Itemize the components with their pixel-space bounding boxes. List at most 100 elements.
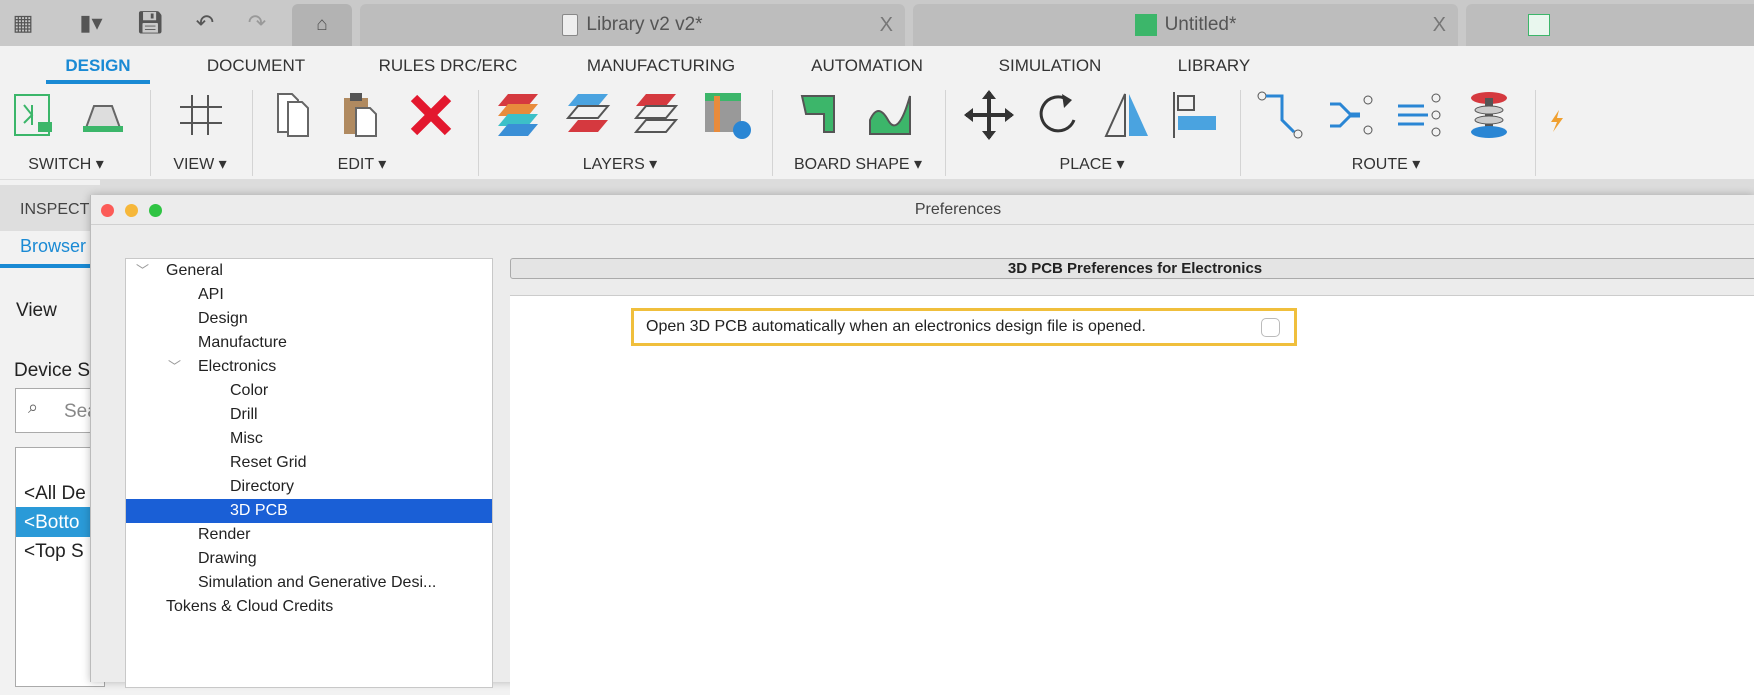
edit-group-menu[interactable]: EDIT ▾ — [338, 154, 387, 174]
tree-item[interactable]: ﹀ Electronics — [126, 355, 492, 379]
tree-item[interactable]: Design — [126, 307, 492, 331]
section-header: 3D PCB Preferences for Electronics — [510, 258, 1754, 279]
tab-library[interactable]: LIBRARY — [1178, 56, 1250, 76]
via-icon[interactable] — [1464, 90, 1514, 140]
tree-item-label: API — [198, 286, 224, 303]
tab-automation[interactable]: AUTOMATION — [811, 56, 923, 76]
tree-item-label: Design — [198, 310, 248, 327]
view-group-menu[interactable]: VIEW ▾ — [173, 154, 226, 174]
tree-item-label: Tokens & Cloud Credits — [166, 598, 334, 615]
rotate-icon[interactable] — [1034, 90, 1084, 140]
inspector-panel: INSPECT Browser View Device S ⌕ Sea <All… — [0, 180, 105, 687]
redo-icon[interactable]: ↷ — [242, 8, 272, 38]
tab-untitled[interactable]: Untitled* X — [913, 4, 1458, 46]
device-label: Device S — [14, 360, 91, 381]
inspector-tab[interactable]: INSPECT — [0, 185, 100, 231]
tree-item-label: Directory — [230, 478, 295, 495]
preferences-dialog: Preferences ﹀ General API Design Manufacture… — [90, 195, 1754, 695]
tree-item-label: Simulation and Generative Desi... — [198, 574, 437, 591]
highlighted-option: Open 3D PCB automatically when an electr… — [631, 308, 1297, 346]
move-icon[interactable] — [964, 90, 1014, 140]
open-3d-pcb-label: Open 3D PCB automatically when an electr… — [646, 318, 1146, 335]
tree-item-label: Reset Grid — [230, 454, 307, 471]
library-icon — [562, 14, 579, 36]
preferences-content — [510, 295, 1754, 695]
switch-schematic-icon[interactable] — [12, 90, 62, 140]
tree-item[interactable]: Simulation and Generative Desi... — [126, 571, 492, 595]
close-tab-button[interactable]: X — [1433, 14, 1446, 37]
browser-tab[interactable]: Browser — [20, 236, 86, 257]
tree-item-label: 3D PCB — [230, 502, 288, 519]
multi-route-icon[interactable] — [1394, 90, 1444, 140]
schematic-icon — [1528, 14, 1550, 36]
tab-document[interactable]: DOCUMENT — [207, 56, 305, 76]
tab-rules[interactable]: RULES DRC/ERC — [379, 56, 518, 76]
layer-top-icon[interactable] — [566, 90, 616, 140]
tab-library[interactable]: Library v2 v2* X — [360, 4, 905, 46]
route-icon[interactable] — [1256, 90, 1306, 140]
top-bar: ▦ ▮▾ 💾︎ ↶ ↷ ⌂ Library v2 v2* X Untitled*… — [0, 0, 1754, 46]
board-outline-icon[interactable] — [796, 90, 846, 140]
switch-group-menu[interactable]: SWITCH ▾ — [28, 154, 104, 174]
layers-group-menu[interactable]: LAYERS ▾ — [583, 154, 657, 174]
tab-schematic[interactable] — [1466, 4, 1754, 46]
view-label: View — [16, 300, 57, 321]
tree-item-label: Drawing — [198, 550, 257, 567]
active-tab-indicator — [46, 80, 150, 84]
tree-item-label: Misc — [230, 430, 263, 447]
align-icon[interactable] — [1170, 90, 1220, 140]
file-menu-icon[interactable]: ▮▾ — [66, 8, 116, 38]
paste-icon[interactable] — [340, 90, 390, 140]
tab-manufacturing[interactable]: MANUFACTURING — [587, 56, 735, 76]
tree-item[interactable]: Reset Grid — [126, 451, 492, 475]
tree-item[interactable]: Manufacture — [126, 331, 492, 355]
chevron-down-icon[interactable]: ﹀ — [136, 259, 149, 283]
home-tab[interactable]: ⌂ — [292, 4, 352, 46]
tree-item-label: Render — [198, 526, 251, 543]
delete-icon[interactable] — [406, 90, 456, 140]
differential-pair-icon[interactable] — [1326, 90, 1376, 140]
dialog-title-bar: Preferences — [91, 195, 1754, 225]
home-icon: ⌂ — [316, 14, 328, 35]
tree-item[interactable]: Drawing — [126, 547, 492, 571]
save-icon[interactable]: 💾︎ — [135, 8, 165, 38]
tree-item[interactable]: Tokens & Cloud Credits — [126, 595, 492, 619]
chevron-down-icon[interactable]: ﹀ — [168, 355, 181, 379]
tree-item-label: Manufacture — [198, 334, 287, 351]
tree-item-label: General — [166, 262, 223, 279]
panel-header-strip — [0, 180, 1754, 195]
tab-design[interactable]: DESIGN — [65, 56, 130, 76]
ribbon: DESIGN DOCUMENT RULES DRC/ERC MANUFACTUR… — [0, 46, 1754, 180]
tab-simulation[interactable]: SIMULATION — [999, 56, 1102, 76]
switch-board-icon[interactable] — [78, 90, 128, 140]
layers-icon[interactable] — [496, 90, 546, 140]
route-group-menu[interactable]: ROUTE ▾ — [1352, 154, 1420, 174]
tree-item[interactable]: Directory — [126, 475, 492, 499]
preferences-tree: ﹀ General API Design Manufacture ﹀ Electronics… — [125, 258, 493, 688]
tree-item[interactable]: Drill — [126, 403, 492, 427]
grid-icon[interactable] — [176, 90, 226, 140]
copy-icon[interactable] — [272, 90, 322, 140]
tree-item[interactable]: Render — [126, 523, 492, 547]
layer-settings-icon[interactable] — [702, 90, 752, 140]
tree-item[interactable]: ﹀ General — [126, 259, 492, 283]
place-group-menu[interactable]: PLACE ▾ — [1060, 154, 1125, 174]
open-3d-pcb-checkbox[interactable] — [1261, 318, 1280, 337]
apps-grid-icon[interactable]: ▦ — [8, 8, 38, 38]
autorouter-icon[interactable] — [1545, 90, 1565, 140]
dialog-title: Preferences — [914, 201, 1002, 218]
layer-bottom-icon[interactable] — [634, 90, 684, 140]
tree-item-label: Electronics — [198, 358, 277, 375]
board-spline-icon[interactable] — [866, 90, 916, 140]
close-tab-button[interactable]: X — [880, 14, 893, 37]
tree-item[interactable]: 3D PCB — [126, 499, 492, 523]
undo-icon[interactable]: ↶ — [190, 8, 220, 38]
tree-item-label: Drill — [230, 406, 258, 423]
tree-item[interactable]: API — [126, 283, 492, 307]
board-shape-group-menu[interactable]: BOARD SHAPE ▾ — [794, 154, 922, 174]
pcb-icon — [1134, 14, 1157, 36]
browser-tab-indicator — [0, 264, 100, 268]
tree-item[interactable]: Color — [126, 379, 492, 403]
tree-item[interactable]: Misc — [126, 427, 492, 451]
mirror-icon[interactable] — [1102, 90, 1152, 140]
